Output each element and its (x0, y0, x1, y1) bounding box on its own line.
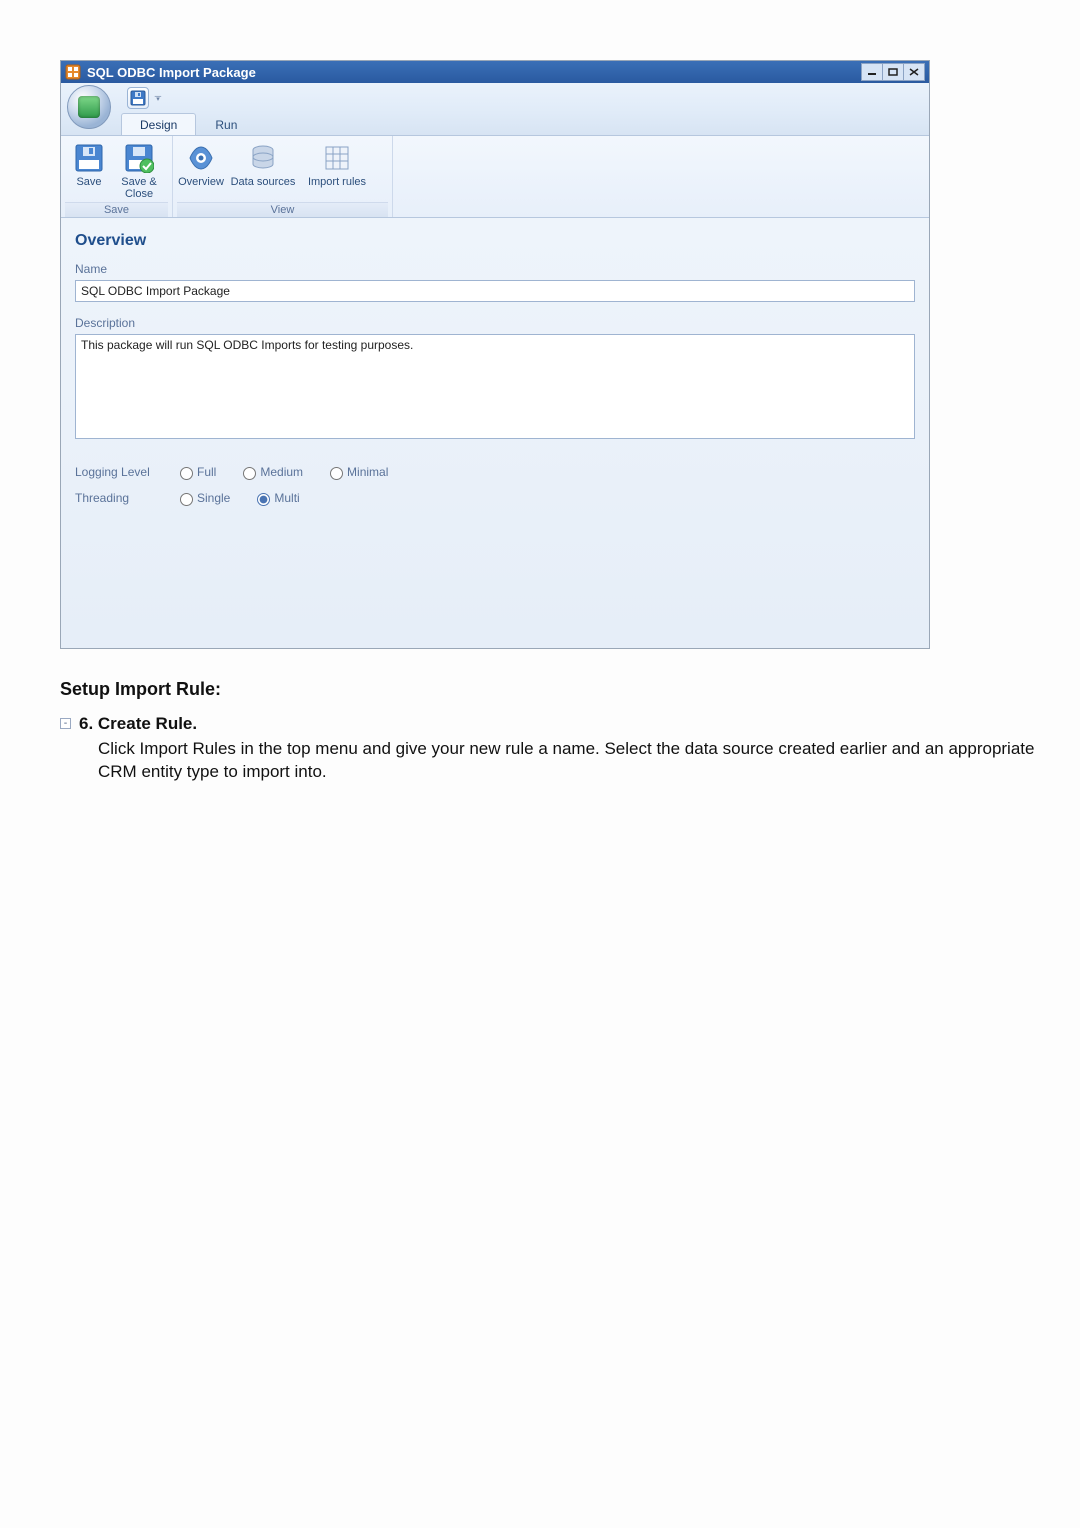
threading-multi-label: Multi (274, 491, 299, 505)
ribbon-group-view: Overview Data sources (173, 136, 393, 217)
logging-minimal-option[interactable]: Minimal (325, 464, 388, 480)
maximize-button[interactable] (882, 63, 904, 81)
app-window: SQL ODBC Import Package (60, 60, 930, 649)
grid-icon (321, 142, 353, 174)
logging-full-radio[interactable] (180, 467, 193, 480)
collapse-icon[interactable]: - (60, 718, 71, 729)
threading-multi-option[interactable]: Multi (252, 490, 299, 506)
overview-button-label: Overview (178, 176, 224, 188)
import-rules-button-label: Import rules (308, 176, 366, 188)
doc-section: Setup Import Rule: - 6. Create Rule. Cli… (60, 679, 1040, 784)
name-input[interactable] (75, 280, 915, 302)
panel-title: Overview (75, 232, 915, 250)
ribbon-body: Save Save & Close (61, 136, 929, 218)
save-close-icon (123, 142, 155, 174)
logging-full-label: Full (197, 465, 216, 479)
minimize-button[interactable] (861, 63, 883, 81)
overview-icon (185, 142, 217, 174)
logging-medium-label: Medium (260, 465, 303, 479)
logging-level-row: Logging Level Full Medium Minimal (75, 464, 915, 480)
save-button-label: Save (76, 176, 101, 188)
qat-customize-dropdown[interactable]: ─▾ (153, 94, 163, 102)
threading-single-label: Single (197, 491, 230, 505)
logging-medium-radio[interactable] (243, 467, 256, 480)
ribbon-group-save: Save Save & Close (61, 136, 173, 217)
ribbon-group-save-caption: Save (65, 202, 168, 217)
data-sources-button-label: Data sources (231, 176, 296, 188)
data-sources-button[interactable]: Data sources (227, 140, 299, 188)
import-rules-button[interactable]: Import rules (301, 140, 373, 188)
threading-label: Threading (75, 491, 175, 505)
application-menu-button[interactable] (67, 85, 111, 129)
database-icon (247, 142, 279, 174)
logging-full-option[interactable]: Full (175, 464, 216, 480)
logging-medium-option[interactable]: Medium (238, 464, 303, 480)
save-close-label-1: Save & (121, 176, 156, 188)
save-button[interactable]: Save (65, 140, 113, 200)
description-textarea[interactable] (75, 334, 915, 439)
doc-step-title: 6. Create Rule. (79, 714, 1040, 734)
doc-step-body: Click Import Rules in the top menu and g… (98, 738, 1040, 784)
logging-minimal-label: Minimal (347, 465, 388, 479)
threading-single-radio[interactable] (180, 493, 193, 506)
logging-minimal-radio[interactable] (330, 467, 343, 480)
window-title: SQL ODBC Import Package (87, 65, 256, 80)
quick-access-toolbar: ─▾ (61, 83, 929, 113)
close-button[interactable] (903, 63, 925, 81)
doc-heading: Setup Import Rule: (60, 679, 1040, 700)
save-close-button[interactable]: Save & Close (115, 140, 163, 200)
threading-single-option[interactable]: Single (175, 490, 230, 506)
tab-run[interactable]: Run (196, 113, 256, 135)
ribbon-tab-strip: Design Run (61, 113, 929, 136)
name-label: Name (75, 262, 915, 276)
app-icon (65, 64, 81, 80)
window-controls (862, 63, 925, 81)
logging-level-label: Logging Level (75, 465, 175, 479)
description-label: Description (75, 316, 915, 330)
save-close-label-2: Close (125, 188, 153, 200)
overview-button[interactable]: Overview (177, 140, 225, 188)
application-menu-icon (78, 96, 100, 118)
ribbon-group-view-caption: View (177, 202, 388, 217)
threading-row: Threading Single Multi (75, 490, 915, 506)
overview-panel: Overview Name Description Logging Level … (61, 218, 929, 648)
threading-multi-radio[interactable] (257, 493, 270, 506)
tab-design[interactable]: Design (121, 113, 196, 135)
title-bar: SQL ODBC Import Package (61, 61, 929, 83)
save-icon (73, 142, 105, 174)
qat-save-button[interactable] (127, 87, 149, 109)
